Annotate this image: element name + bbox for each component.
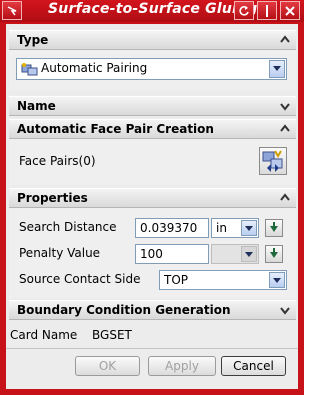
face-pair-icon xyxy=(262,150,283,172)
close-icon[interactable] xyxy=(280,1,300,20)
name-section-title: Name xyxy=(17,99,56,113)
properties-section-header[interactable]: Properties xyxy=(9,188,296,208)
dialog-body: Type Automatic Pairing Name Automatic Fa… xyxy=(6,24,298,389)
type-select[interactable]: Automatic Pairing xyxy=(16,58,287,80)
face-pairs-label: Face Pairs(0) xyxy=(19,154,96,168)
chevron-down-icon[interactable] xyxy=(278,99,292,113)
apply-button[interactable]: Apply xyxy=(148,356,216,376)
chevron-up-icon[interactable] xyxy=(278,191,292,205)
penalty-value-input[interactable]: 100 xyxy=(135,244,209,264)
search-distance-input[interactable]: 0.039370 xyxy=(135,218,209,238)
cancel-button[interactable]: Cancel xyxy=(221,356,286,376)
auto-face-section-header[interactable]: Automatic Face Pair Creation xyxy=(9,119,296,139)
source-contact-select[interactable]: TOP xyxy=(159,270,287,290)
window-title: Surface-to-Surface Gluing xyxy=(48,1,258,17)
reset-icon[interactable] xyxy=(234,1,254,20)
type-section-title: Type xyxy=(17,33,49,47)
search-distance-value: 0.039370 xyxy=(140,221,198,235)
sep-icon xyxy=(257,1,277,20)
card-name-label: Card Name xyxy=(10,328,78,342)
properties-section-title: Properties xyxy=(17,191,88,205)
search-distance-options-icon[interactable] xyxy=(265,219,283,237)
type-dropdown-button[interactable] xyxy=(269,60,285,78)
arrow-icon[interactable] xyxy=(2,1,22,20)
type-panel: Automatic Pairing xyxy=(9,50,296,90)
search-distance-unit-select[interactable]: in xyxy=(211,218,259,238)
penalty-unit-dropdown-button xyxy=(241,246,257,262)
properties-panel: Search Distance 0.039370 in Penalty Valu… xyxy=(9,208,296,298)
boundary-section-title: Boundary Condition Generation xyxy=(17,303,231,317)
ok-button[interactable]: OK xyxy=(75,356,140,376)
penalty-value-options-icon[interactable] xyxy=(265,245,283,263)
boundary-section-header[interactable]: Boundary Condition Generation xyxy=(9,300,296,320)
chevron-up-icon[interactable] xyxy=(278,33,292,47)
unit-dropdown-button[interactable] xyxy=(241,220,257,236)
footer-divider xyxy=(6,348,298,349)
search-distance-label: Search Distance xyxy=(19,220,117,234)
dialog-window: Surface-to-Surface Gluing Type Automatic… xyxy=(0,0,304,395)
type-section-header[interactable]: Type xyxy=(9,30,296,50)
card-name-value: BGSET xyxy=(92,328,132,342)
title-bar[interactable]: Surface-to-Surface Gluing xyxy=(0,0,304,22)
chevron-down-icon[interactable] xyxy=(278,303,292,317)
auto-face-panel: Face Pairs(0) xyxy=(9,139,296,185)
source-contact-dropdown-button[interactable] xyxy=(269,272,285,288)
penalty-value-label: Penalty Value xyxy=(19,246,101,260)
name-section-header[interactable]: Name xyxy=(9,96,296,116)
source-contact-label: Source Contact Side xyxy=(19,272,141,286)
chevron-up-icon[interactable] xyxy=(278,122,292,136)
auto-pairing-icon xyxy=(21,63,38,76)
auto-face-section-title: Automatic Face Pair Creation xyxy=(17,122,214,136)
penalty-unit-select xyxy=(211,244,259,264)
source-contact-value: TOP xyxy=(164,273,189,287)
face-pair-button[interactable] xyxy=(259,147,287,175)
type-select-value: Automatic Pairing xyxy=(41,61,148,75)
penalty-value-value: 100 xyxy=(140,247,163,261)
search-distance-unit: in xyxy=(216,221,227,235)
